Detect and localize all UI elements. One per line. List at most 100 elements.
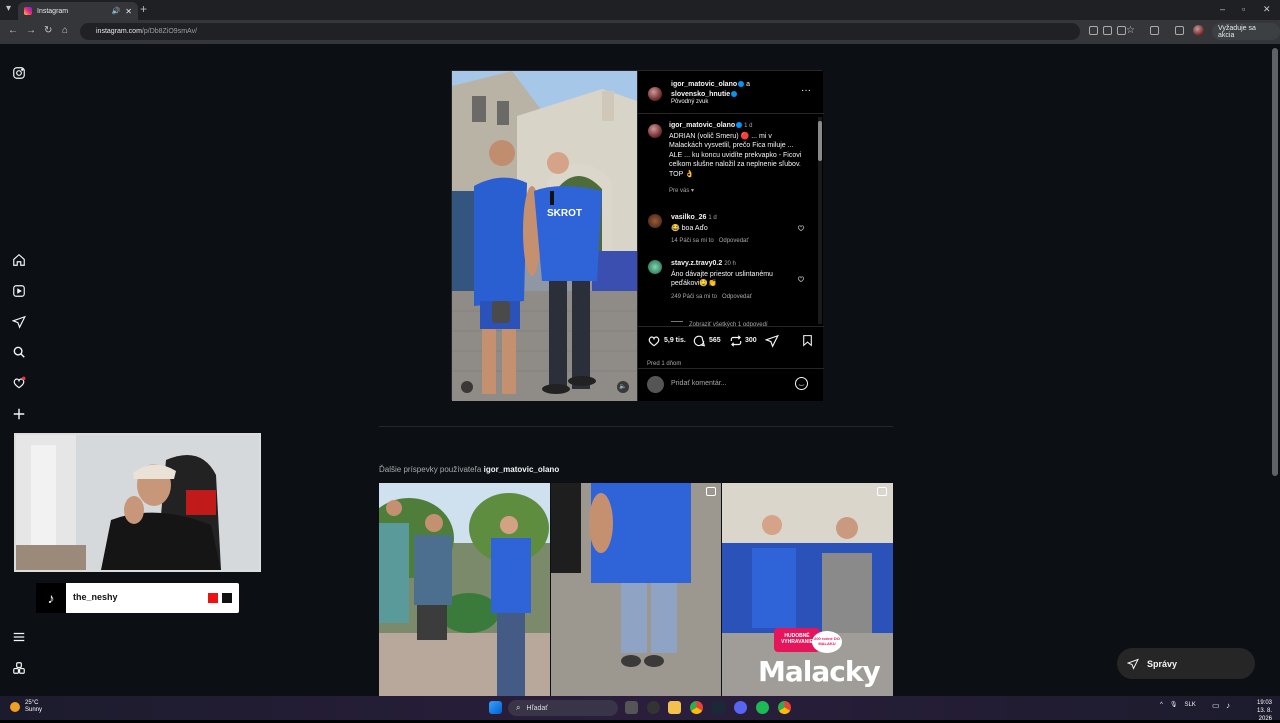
comment-time: 20 h (724, 261, 736, 267)
zoom-icon[interactable] (1103, 26, 1112, 35)
comment-likes[interactable]: 249 Páči sa mi to (671, 294, 717, 300)
network-icon[interactable]: ▭ (1212, 701, 1220, 710)
emoji-icon[interactable]: ‿ (795, 377, 808, 390)
like-icon[interactable] (647, 334, 661, 348)
share-icon[interactable] (765, 334, 779, 348)
instagram-logo-icon[interactable] (12, 66, 26, 80)
discord-icon[interactable] (734, 701, 747, 714)
threads-icon[interactable] (12, 661, 26, 675)
view-replies-link[interactable]: Zobraziť všetkých 1 odpovedí (671, 313, 768, 331)
reposts-count[interactable]: 300 (745, 337, 757, 344)
comment-likes[interactable]: 14 Páči sa mi to (671, 238, 714, 244)
minimize-icon[interactable]: – (1220, 4, 1225, 14)
comment-avatar[interactable] (648, 214, 662, 228)
webcam-overlay (14, 433, 261, 572)
url-input[interactable]: instagram.com/p/Db8ZiO9smAv/ (80, 23, 1080, 40)
file-explorer-icon[interactable] (668, 701, 681, 714)
extensions-icon[interactable] (1150, 26, 1159, 35)
comment-username[interactable]: vasilko_26 (671, 214, 706, 221)
address-bar-row: ← → ↻ ⌂ instagram.com/p/Db8ZiO9smAv/ ☆ V… (0, 20, 1280, 44)
tray-chevron-icon[interactable]: ^ (1160, 702, 1163, 708)
comment-text: Áno dávajte priestor uslintanému peďákov… (671, 270, 773, 288)
grid-post-1[interactable] (379, 483, 550, 696)
like-comment-icon[interactable] (797, 224, 805, 232)
profile-avatar[interactable] (1193, 25, 1204, 36)
sun-icon (10, 702, 20, 712)
reply-button[interactable]: Odpovedať (722, 294, 752, 300)
grid-post-2[interactable] (551, 483, 721, 696)
start-button-icon[interactable] (489, 701, 502, 714)
direct-messages-icon[interactable] (11, 315, 26, 329)
audio-label[interactable]: Pôvodný zvuk (671, 99, 791, 105)
comment-time: 1 d (708, 215, 717, 221)
chrome-icon[interactable] (690, 701, 703, 714)
language-indicator[interactable]: SLK (1184, 702, 1195, 708)
author2-username[interactable]: slovensko_hnutie (671, 91, 730, 98)
author1-username[interactable]: igor_matovic_olano (671, 81, 737, 88)
copilot-icon[interactable] (647, 701, 660, 714)
reel-video[interactable]: SKROT 🔈 (452, 71, 637, 401)
clock-date: 13. 8. 2026 (1256, 708, 1272, 722)
close-tab-icon[interactable]: ✕ (125, 7, 132, 16)
update-required-button[interactable]: Vyžaduje sa akcia (1212, 23, 1280, 40)
audio-icon[interactable]: 🔊 (112, 7, 121, 15)
comments-scrollbar[interactable] (818, 117, 822, 324)
comment-avatar[interactable] (648, 260, 662, 274)
tagged-user-icon[interactable] (461, 381, 473, 393)
like-comment-icon[interactable] (797, 275, 805, 283)
notifications-heart-icon[interactable] (12, 376, 26, 390)
home-icon[interactable]: ⌂ (62, 25, 68, 36)
spotify-icon[interactable] (756, 701, 769, 714)
see-translation-link[interactable]: Pre vás ▾ (669, 187, 807, 194)
red-square (208, 593, 218, 603)
create-plus-icon[interactable] (12, 407, 26, 421)
chrome-alt-icon[interactable] (778, 701, 791, 714)
task-view-icon[interactable] (625, 701, 638, 714)
translate-icon[interactable] (1089, 26, 1098, 35)
reels-icon[interactable] (12, 284, 26, 298)
windows-taskbar: 25°C Sunny ⌕ Hľadať ^ 🎙 SLK ▭ ♪ 19:03 13.… (0, 696, 1280, 723)
mic-icon[interactable]: 🎙 (1170, 701, 1178, 708)
repost-icon[interactable] (729, 334, 743, 348)
more-options-icon[interactable]: ··· (801, 85, 811, 96)
taskbar-search[interactable]: ⌕ Hľadať (508, 700, 618, 716)
mute-icon[interactable]: 🔈 (617, 381, 629, 393)
grid-post-3[interactable]: HUDOBNÉ VYHRAVANIE 200 ročné DO MALAKU M… (722, 483, 893, 696)
caption: igor_matovic_olano 1 d ADRIAN (volič Sme… (669, 121, 807, 194)
caption-username[interactable]: igor_matovic_olano (669, 122, 735, 129)
search-icon[interactable] (12, 345, 26, 359)
page-scrollbar[interactable] (1272, 48, 1278, 476)
maximize-icon[interactable]: ▫ (1242, 4, 1245, 14)
back-icon[interactable]: ← (8, 25, 18, 36)
comment-input[interactable]: Pridať komentár... (671, 380, 727, 387)
steam-icon[interactable] (712, 701, 725, 714)
new-tab-button[interactable]: + (140, 2, 147, 16)
home-icon[interactable] (12, 253, 26, 267)
tab-title: Instagram (37, 7, 69, 15)
reply-button[interactable]: Odpovedať (719, 238, 749, 244)
media-icon[interactable] (1175, 26, 1184, 35)
comment-icon[interactable] (692, 334, 706, 348)
volume-icon[interactable]: ♪ (1226, 701, 1230, 710)
caption-avatar[interactable] (648, 124, 662, 138)
black-square (222, 593, 232, 603)
actions-divider (638, 326, 824, 327)
tab-list-icon[interactable]: ▾ (6, 3, 11, 14)
save-bookmark-icon[interactable] (801, 334, 814, 347)
menu-icon[interactable] (12, 630, 26, 644)
posted-time: Pred 1 dňom (647, 361, 682, 367)
reload-icon[interactable]: ↻ (44, 25, 52, 36)
author-avatar[interactable] (648, 87, 662, 101)
comments-count[interactable]: 565 (709, 337, 721, 344)
likes-count[interactable]: 5,9 tis. (664, 337, 686, 344)
browser-tab[interactable]: Instagram 🔊 ✕ (18, 2, 138, 20)
comment-username[interactable]: stavy.z.travy0.2 (671, 260, 722, 267)
bookmark-star-icon[interactable]: ☆ (1126, 25, 1135, 36)
clock[interactable]: 19:03 13. 8. 2026 (1242, 699, 1272, 723)
forward-icon[interactable]: → (26, 25, 36, 36)
weather-widget[interactable]: 25°C Sunny (10, 700, 42, 714)
more-posts-username[interactable]: igor_matovic_olano (484, 465, 560, 474)
cast-icon[interactable] (1117, 26, 1126, 35)
messages-button[interactable]: Správy (1117, 648, 1255, 679)
close-window-icon[interactable]: ✕ (1263, 4, 1271, 15)
